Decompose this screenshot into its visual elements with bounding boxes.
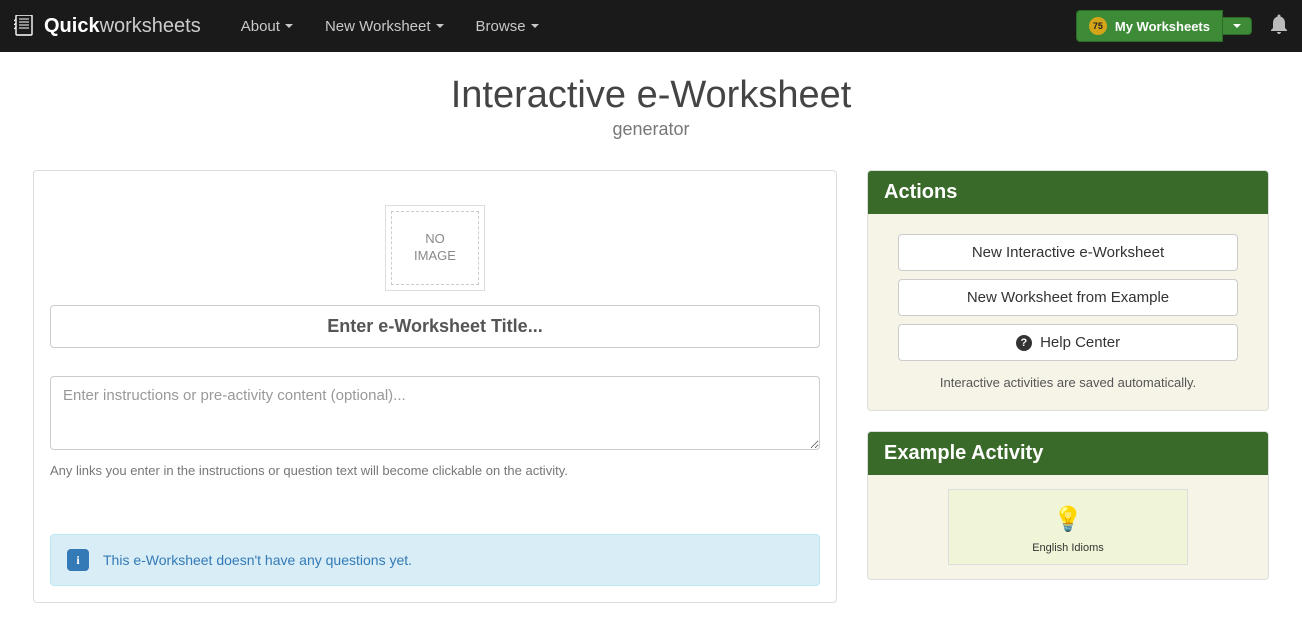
notifications-icon[interactable] (1270, 14, 1288, 39)
my-worksheets-group: 75 My Worksheets (1076, 10, 1252, 42)
worksheet-count-badge: 75 (1089, 17, 1107, 35)
my-worksheets-button[interactable]: 75 My Worksheets (1076, 10, 1223, 42)
example-activity-card[interactable]: 💡 English Idioms (948, 489, 1188, 565)
new-interactive-worksheet-button[interactable]: New Interactive e-Worksheet (898, 234, 1238, 271)
example-header: Example Activity (868, 432, 1268, 475)
nav-browse[interactable]: Browse (464, 10, 551, 43)
page-subtitle: generator (0, 119, 1302, 140)
worksheet-editor-panel: NO IMAGE Any links you enter in the inst… (33, 170, 837, 603)
my-worksheets-label: My Worksheets (1115, 19, 1210, 34)
example-title: English Idioms (1032, 542, 1104, 554)
chevron-down-icon (531, 24, 539, 28)
worksheet-title-input[interactable] (50, 305, 820, 348)
my-worksheets-dropdown[interactable] (1223, 17, 1252, 35)
new-from-example-button[interactable]: New Worksheet from Example (898, 279, 1238, 316)
empty-questions-alert: i This e-Worksheet doesn't have any ques… (50, 534, 820, 586)
help-center-button[interactable]: ? Help Center (898, 324, 1238, 361)
document-icon (14, 15, 38, 37)
image-upload-placeholder[interactable]: NO IMAGE (385, 205, 485, 291)
example-activity-panel: Example Activity 💡 English Idioms (867, 431, 1269, 580)
info-icon: i (67, 549, 89, 571)
nav-menu: About New Worksheet Browse (229, 10, 551, 43)
chevron-down-icon (436, 24, 444, 28)
autosave-note: Interactive activities are saved automat… (898, 375, 1238, 390)
actions-header: Actions (868, 171, 1268, 214)
page-title: Interactive e-Worksheet (0, 74, 1302, 117)
chevron-down-icon (1233, 24, 1241, 28)
links-help-text: Any links you enter in the instructions … (50, 463, 820, 478)
brand-logo[interactable]: Quickworksheets (14, 15, 201, 38)
help-icon: ? (1016, 335, 1032, 351)
actions-panel: Actions New Interactive e-Worksheet New … (867, 170, 1269, 411)
lightbulb-icon: 💡 (1053, 508, 1083, 532)
chevron-down-icon (285, 24, 293, 28)
nav-new-worksheet[interactable]: New Worksheet (313, 10, 456, 43)
page-header: Interactive e-Worksheet generator (0, 52, 1302, 170)
brand-text-light: worksheets (100, 15, 201, 38)
alert-message: This e-Worksheet doesn't have any questi… (103, 552, 412, 568)
brand-text-bold: Quick (44, 15, 100, 38)
nav-about[interactable]: About (229, 10, 305, 43)
instructions-textarea[interactable] (50, 376, 820, 450)
navbar: Quickworksheets About New Worksheet Brow… (0, 0, 1302, 52)
